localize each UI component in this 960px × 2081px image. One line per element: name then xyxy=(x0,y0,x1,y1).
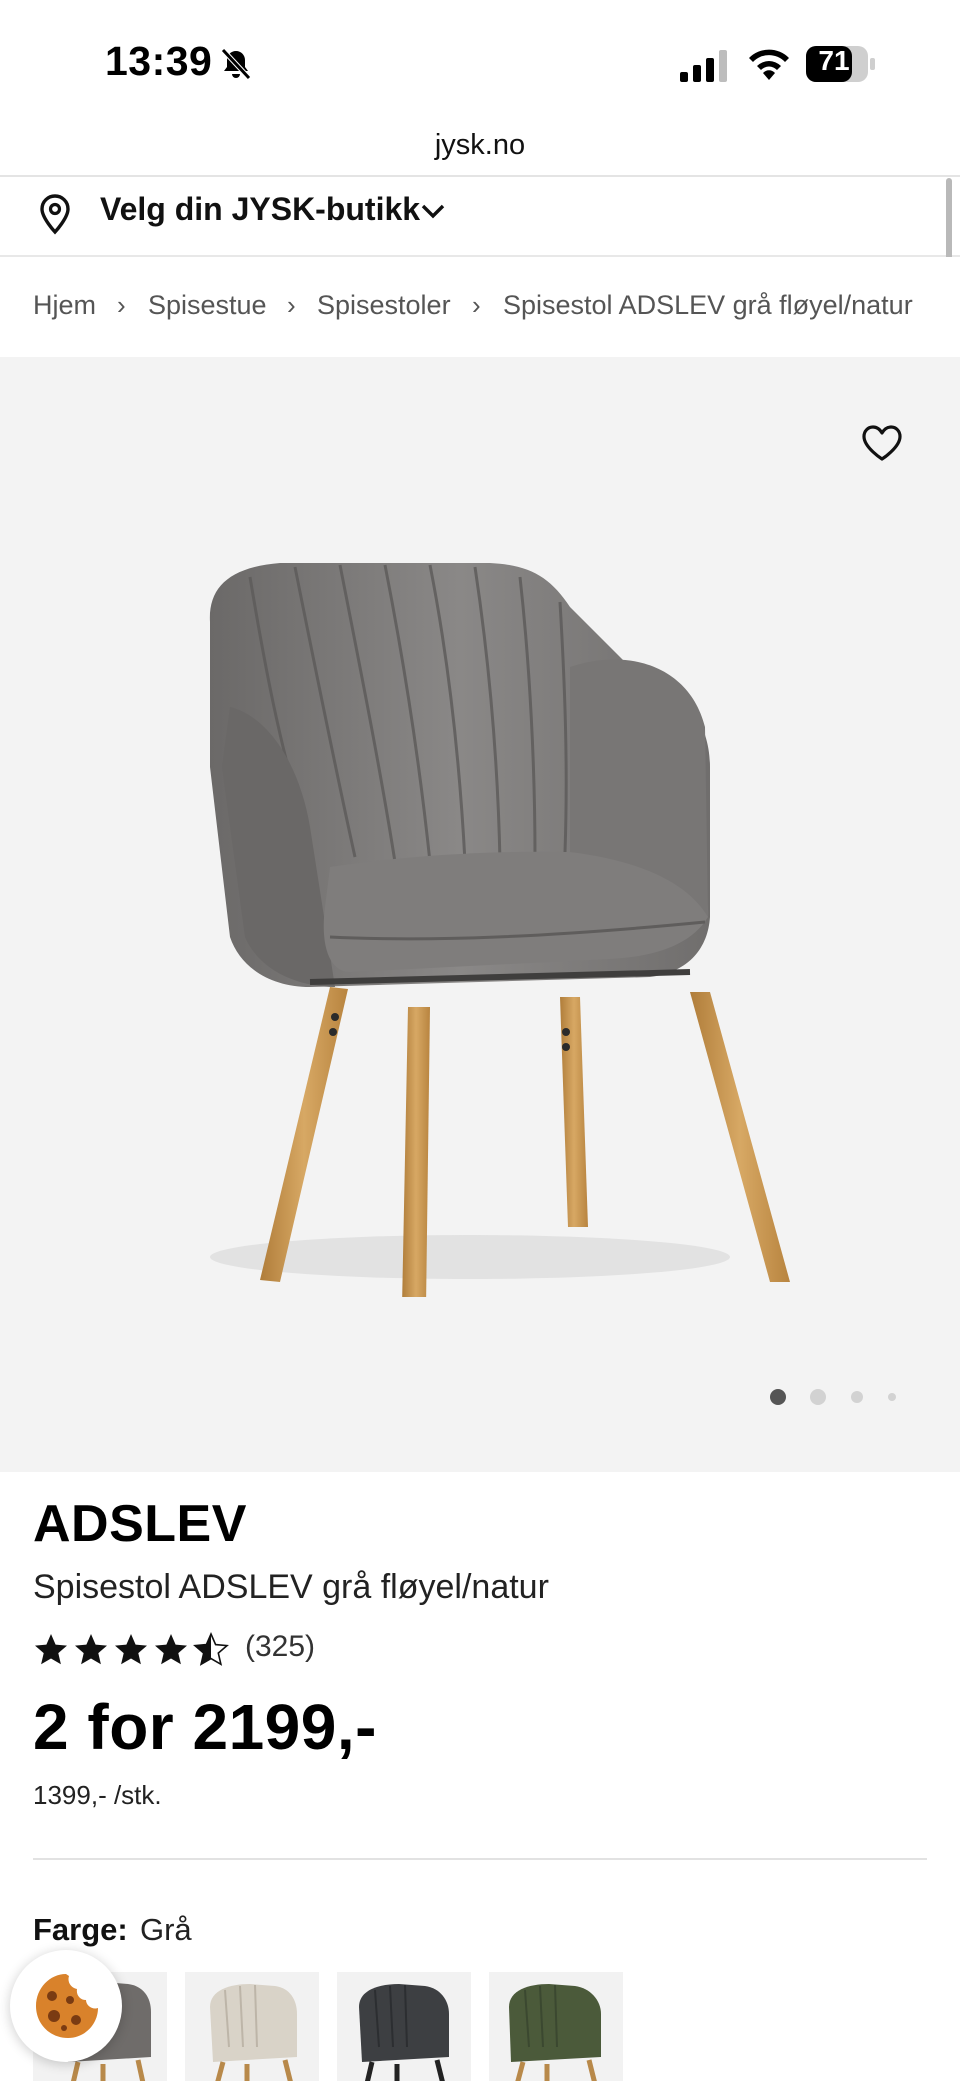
rating-stars[interactable] xyxy=(33,1630,233,1670)
breadcrumb-item-home[interactable]: Hjem xyxy=(33,290,96,321)
color-swatch-beige[interactable] xyxy=(185,1972,319,2081)
star-full-icon xyxy=(75,1634,107,1665)
divider xyxy=(33,1858,927,1860)
wifi-icon xyxy=(749,49,789,80)
breadcrumb-separator-icon: › xyxy=(117,290,126,320)
url-text: jysk.no xyxy=(434,129,526,161)
battery-level: 71 xyxy=(818,45,850,76)
breadcrumb-item-spisestue[interactable]: Spisestue xyxy=(148,290,267,321)
location-pin-icon xyxy=(40,194,70,235)
star-full-icon xyxy=(115,1634,147,1665)
bell-muted-icon xyxy=(221,48,251,80)
star-full-icon xyxy=(155,1634,187,1665)
gallery-pagination[interactable] xyxy=(768,1387,898,1407)
breadcrumb-separator-icon: › xyxy=(472,290,481,320)
star-half-icon xyxy=(194,1633,228,1666)
gallery-dot[interactable] xyxy=(888,1393,896,1401)
color-value: Grå xyxy=(140,1912,192,1947)
status-time: 13:39 xyxy=(105,38,213,84)
breadcrumb-item-spisestoler[interactable]: Spisestoler xyxy=(317,290,451,321)
gallery-dot[interactable] xyxy=(810,1389,826,1405)
product-name: Spisestol ADSLEV grå fløyel/natur xyxy=(33,1568,549,1606)
product-image-chair xyxy=(209,563,790,1297)
breadcrumb-separator-icon: › xyxy=(287,290,296,320)
gallery-dot[interactable] xyxy=(851,1391,863,1403)
cookie-icon xyxy=(36,1974,98,2038)
breadcrumb-item-current: Spisestol ADSLEV grå fløyel/natur xyxy=(503,290,913,320)
gallery-dot-active[interactable] xyxy=(770,1389,786,1405)
heart-outline-icon[interactable] xyxy=(860,423,904,463)
product-price: 2 for 2199,- xyxy=(33,1691,377,1763)
signal-icon xyxy=(680,50,727,82)
product-image-gallery[interactable] xyxy=(0,357,960,1472)
color-swatch-morkegra[interactable] xyxy=(337,1972,471,2081)
product-brand: ADSLEV xyxy=(33,1495,247,1553)
browser-url-bar[interactable]: jysk.no xyxy=(0,125,960,177)
chevron-down-icon xyxy=(421,204,445,219)
color-swatch-gronn[interactable] xyxy=(489,1972,623,2081)
color-label: Farge: xyxy=(33,1912,128,1947)
store-selector[interactable]: Velg din JYSK-butikk xyxy=(0,177,960,257)
cookie-settings-button[interactable] xyxy=(10,1950,122,2062)
store-selector-label: Velg din JYSK-butikk xyxy=(100,191,421,227)
breadcrumb: Hjem › Spisestue › Spisestoler › Spisest… xyxy=(0,257,960,357)
status-bar: 13:39 71 xyxy=(0,0,960,125)
unit-price: 1399,- /stk. xyxy=(33,1780,162,1810)
review-count[interactable]: (325) xyxy=(245,1630,315,1664)
star-full-icon xyxy=(35,1634,67,1665)
